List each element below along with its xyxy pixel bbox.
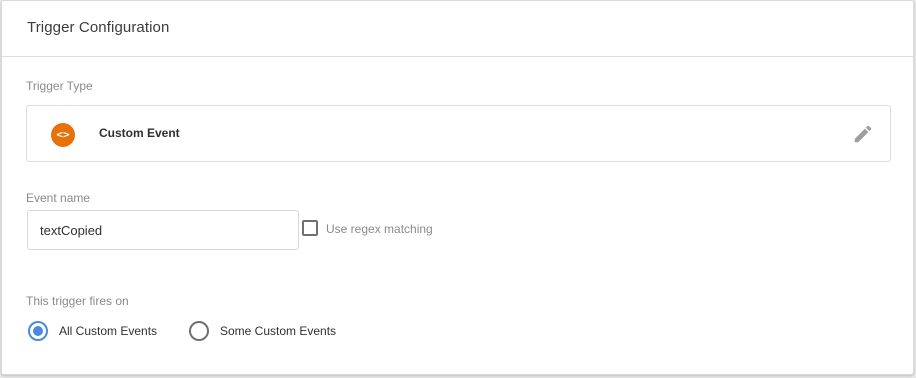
card-title: Trigger Configuration [27,19,170,36]
trigger-type-name: Custom Event [99,126,180,140]
trigger-type-label: Trigger Type [26,79,93,93]
event-name-input[interactable] [27,210,299,250]
radio-label-all: All Custom Events [59,324,158,338]
trigger-type-selector[interactable]: <> Custom Event [26,105,891,162]
radio-button-selected[interactable] [28,321,48,341]
radio-dot [33,326,43,336]
radio-label-some: Some Custom Events [220,324,337,338]
event-name-label: Event name [26,191,91,205]
pencil-icon[interactable] [852,123,874,145]
regex-checkbox[interactable] [302,220,318,236]
code-brackets-icon: <> [51,123,75,147]
trigger-configuration-card: Trigger Configuration Trigger Type <> Cu… [1,0,914,375]
regex-label: Use regex matching [326,222,433,236]
card-header: Trigger Configuration [2,1,913,57]
radio-button-unselected[interactable] [189,321,209,341]
fires-on-label: This trigger fires on [26,294,129,308]
